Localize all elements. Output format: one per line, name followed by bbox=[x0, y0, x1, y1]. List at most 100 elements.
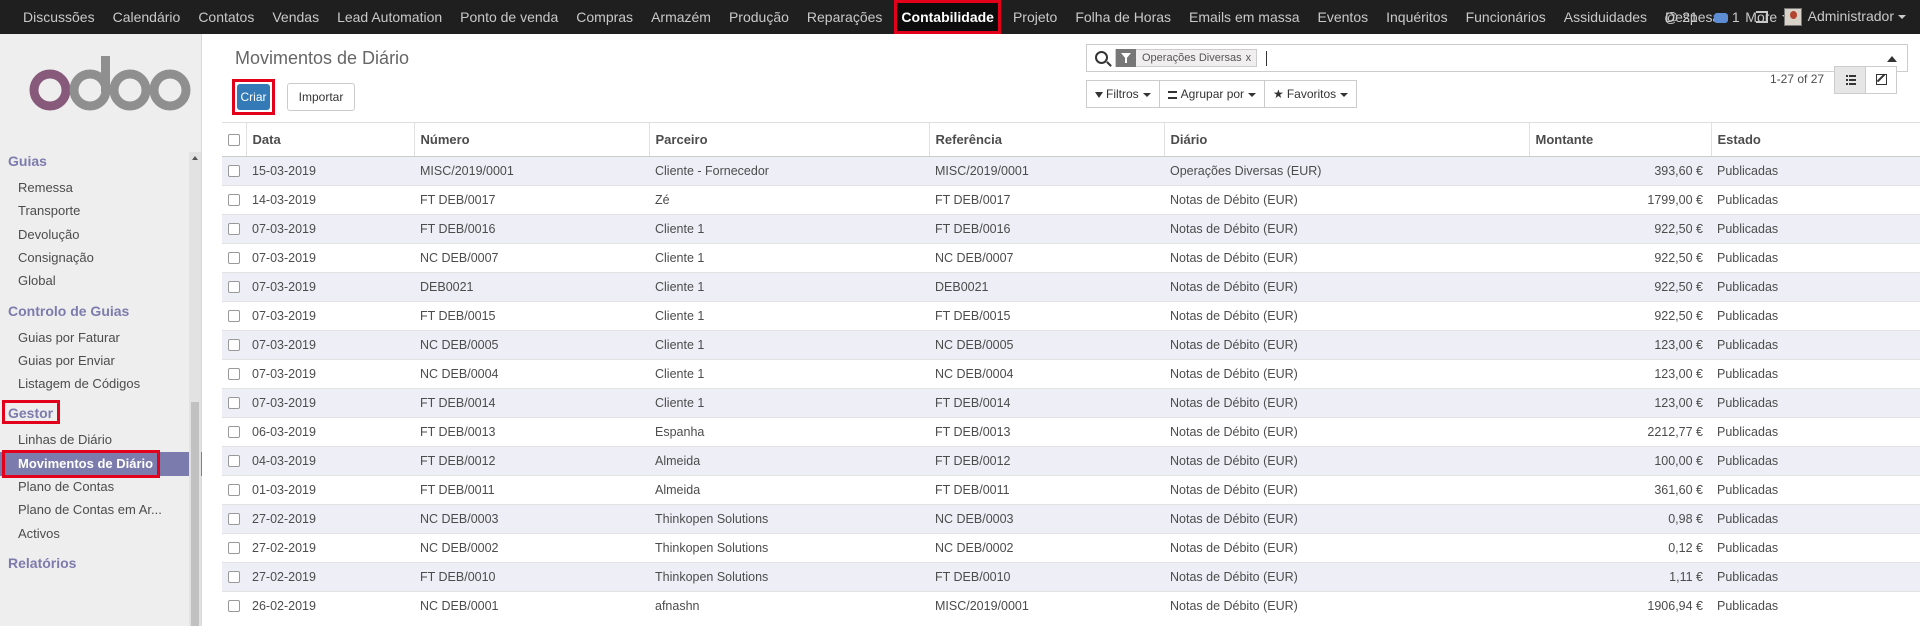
sidebar-section-1[interactable]: Controlo de Guias bbox=[8, 303, 129, 319]
sidebar-item-0-1[interactable]: Transporte bbox=[0, 199, 202, 223]
sidebar-section-3[interactable]: Relatórios bbox=[8, 555, 76, 571]
create-button[interactable]: Criar bbox=[237, 84, 270, 110]
search-facet[interactable]: Operações Diversas x bbox=[1115, 49, 1258, 67]
row-checkbox[interactable] bbox=[222, 503, 246, 533]
menu-item-5[interactable]: Ponto de venda bbox=[451, 0, 567, 34]
column-header-4[interactable]: Diário bbox=[1164, 123, 1530, 157]
sidebar-item-1-1[interactable]: Guias por Enviar bbox=[0, 349, 202, 373]
scrollbar-thumb[interactable] bbox=[191, 402, 199, 626]
user-menu[interactable]: Administrador bbox=[1783, 8, 1906, 27]
checkbox-icon bbox=[228, 252, 240, 265]
row-checkbox[interactable] bbox=[222, 416, 246, 446]
search-icon[interactable] bbox=[1095, 51, 1108, 64]
table-row[interactable]: 15-03-2019 MISC/2019/0001 Cliente - Fornec… bbox=[222, 155, 1920, 185]
column-header-3[interactable]: Referência bbox=[929, 123, 1165, 157]
column-header-1[interactable]: Número bbox=[414, 123, 650, 157]
favorites-button[interactable]: ★ Favoritos bbox=[1264, 80, 1358, 108]
table-row[interactable]: 06-03-2019 FT DEB/0013 Espanha FT DEB/0013 N… bbox=[222, 416, 1920, 446]
row-checkbox[interactable] bbox=[222, 445, 246, 475]
row-checkbox[interactable] bbox=[222, 213, 246, 243]
row-checkbox[interactable] bbox=[222, 590, 246, 620]
column-header-2[interactable]: Parceiro bbox=[649, 123, 930, 157]
row-checkbox[interactable] bbox=[222, 329, 246, 359]
sidebar-item-0-4[interactable]: Global bbox=[0, 269, 202, 293]
menu-item-13[interactable]: Emails em massa bbox=[1180, 0, 1308, 34]
pager-value[interactable]: 1-27 of 27 bbox=[1770, 72, 1824, 86]
list-view-button[interactable] bbox=[1834, 66, 1866, 94]
menu-item-12[interactable]: Folha de Horas bbox=[1066, 0, 1180, 34]
sidebar-scrollbar[interactable] bbox=[189, 152, 201, 626]
activity-counter[interactable]: @ 21 bbox=[1664, 9, 1698, 25]
row-checkbox[interactable] bbox=[222, 474, 246, 504]
breadcrumb[interactable]: Movimentos de Diário bbox=[235, 48, 409, 69]
form-view-button[interactable] bbox=[1865, 66, 1897, 94]
menu-item-8[interactable]: Produção bbox=[720, 0, 798, 34]
sidebar-item-1-2[interactable]: Listagem de Códigos bbox=[0, 372, 202, 396]
menu-item-2[interactable]: Contatos bbox=[189, 0, 263, 34]
search-toggle-icon[interactable] bbox=[1887, 56, 1897, 62]
table-row[interactable]: 04-03-2019 FT DEB/0012 Almeida FT DEB/0012 N… bbox=[222, 445, 1920, 475]
sidebar-section-2[interactable]: Gestor bbox=[8, 405, 53, 421]
menu-item-10[interactable]: Contabilidade bbox=[894, 0, 1001, 34]
row-checkbox[interactable] bbox=[222, 532, 246, 562]
sidebar-item-0-2[interactable]: Devolução bbox=[0, 223, 202, 247]
menu-item-4[interactable]: Lead Automation bbox=[328, 0, 451, 34]
row-checkbox[interactable] bbox=[222, 184, 246, 214]
cell-data: 07-03-2019 bbox=[246, 213, 414, 243]
table-row[interactable]: 27-02-2019 NC DEB/0002 Thinkopen Solutions… bbox=[222, 532, 1920, 562]
row-checkbox[interactable] bbox=[222, 242, 246, 272]
column-header-6[interactable]: Estado bbox=[1711, 123, 1920, 157]
sidebar-item-0-0[interactable]: Remessa bbox=[0, 176, 202, 200]
cell-parceiro: Cliente 1 bbox=[649, 271, 929, 301]
menu-item-1[interactable]: Calendário bbox=[104, 0, 190, 34]
row-checkbox[interactable] bbox=[222, 358, 246, 388]
menu-item-7[interactable]: Armazém bbox=[642, 0, 720, 34]
table-row[interactable]: 07-03-2019 FT DEB/0016 Cliente 1 FT DEB/001… bbox=[222, 213, 1920, 243]
group-by-button[interactable]: Agrupar por bbox=[1158, 80, 1266, 108]
sidebar-item-2-3[interactable]: Plano de Contas em Ar... bbox=[0, 498, 202, 522]
menu-item-14[interactable]: Eventos bbox=[1309, 0, 1378, 34]
table-row[interactable]: 07-03-2019 FT DEB/0015 Cliente 1 FT DEB/001… bbox=[222, 300, 1920, 330]
sidebar-item-2-1[interactable]: Movimentos de Diário bbox=[0, 451, 202, 476]
table-row[interactable]: 14-03-2019 FT DEB/0017 Zé FT DEB/0017 Notas … bbox=[222, 184, 1920, 214]
row-checkbox[interactable] bbox=[222, 387, 246, 417]
table-row[interactable]: 27-02-2019 NC DEB/0003 Thinkopen Solutions… bbox=[222, 503, 1920, 533]
column-header-5[interactable]: Montante bbox=[1529, 123, 1712, 157]
table-row[interactable]: 07-03-2019 NC DEB/0005 Cliente 1 NC DEB/000… bbox=[222, 329, 1920, 359]
select-all-checkbox[interactable] bbox=[222, 123, 247, 157]
cell-número: MISC/2019/0001 bbox=[414, 155, 649, 185]
scroll-up-icon[interactable] bbox=[192, 156, 198, 160]
search-box[interactable]: Operações Diversas x bbox=[1086, 44, 1908, 72]
filters-button[interactable]: Filtros bbox=[1086, 80, 1160, 108]
remove-facet-button[interactable]: x bbox=[1246, 52, 1257, 64]
menu-item-3[interactable]: Vendas bbox=[263, 0, 328, 34]
sign-in-icon[interactable] bbox=[1755, 11, 1768, 23]
sidebar-item-2-0[interactable]: Linhas de Diário bbox=[0, 428, 202, 452]
row-checkbox[interactable] bbox=[222, 155, 246, 185]
sidebar-item-0-3[interactable]: Consignação bbox=[0, 246, 202, 270]
menu-item-9[interactable]: Reparações bbox=[798, 0, 892, 34]
table-row[interactable]: 01-03-2019 FT DEB/0011 Almeida FT DEB/0011 N… bbox=[222, 474, 1920, 504]
import-button[interactable]: Importar bbox=[287, 83, 355, 111]
menu-item-0[interactable]: Discussões bbox=[14, 0, 104, 34]
row-checkbox[interactable] bbox=[222, 561, 246, 591]
table-row[interactable]: 27-02-2019 FT DEB/0010 Thinkopen Solutions… bbox=[222, 561, 1920, 591]
table-row[interactable]: 07-03-2019 DEB0021 Cliente 1 DEB0021 Notas d… bbox=[222, 271, 1920, 301]
menu-item-17[interactable]: Assiduidades bbox=[1555, 0, 1656, 34]
table-row[interactable]: 26-02-2019 NC DEB/0001 afnashn MISC/2019/00… bbox=[222, 590, 1920, 620]
menu-item-11[interactable]: Projeto bbox=[1004, 0, 1066, 34]
column-header-0[interactable]: Data bbox=[246, 123, 415, 157]
row-checkbox[interactable] bbox=[222, 271, 246, 301]
table-row[interactable]: 07-03-2019 NC DEB/0007 Cliente 1 NC DEB/000… bbox=[222, 242, 1920, 272]
row-checkbox[interactable] bbox=[222, 300, 246, 330]
menu-item-15[interactable]: Inquéritos bbox=[1377, 0, 1456, 34]
table-row[interactable]: 07-03-2019 FT DEB/0014 Cliente 1 FT DEB/001… bbox=[222, 387, 1920, 417]
sidebar-item-2-4[interactable]: Activos bbox=[0, 522, 202, 546]
sidebar-item-2-2[interactable]: Plano de Contas bbox=[0, 475, 202, 499]
menu-item-16[interactable]: Funcionários bbox=[1457, 0, 1555, 34]
table-row[interactable]: 07-03-2019 NC DEB/0004 Cliente 1 NC DEB/000… bbox=[222, 358, 1920, 388]
messages-button[interactable]: 1 bbox=[1713, 9, 1740, 25]
sidebar-item-1-0[interactable]: Guias por Faturar bbox=[0, 326, 202, 350]
sidebar-section-0[interactable]: Guias bbox=[8, 153, 47, 169]
menu-item-6[interactable]: Compras bbox=[567, 0, 642, 34]
